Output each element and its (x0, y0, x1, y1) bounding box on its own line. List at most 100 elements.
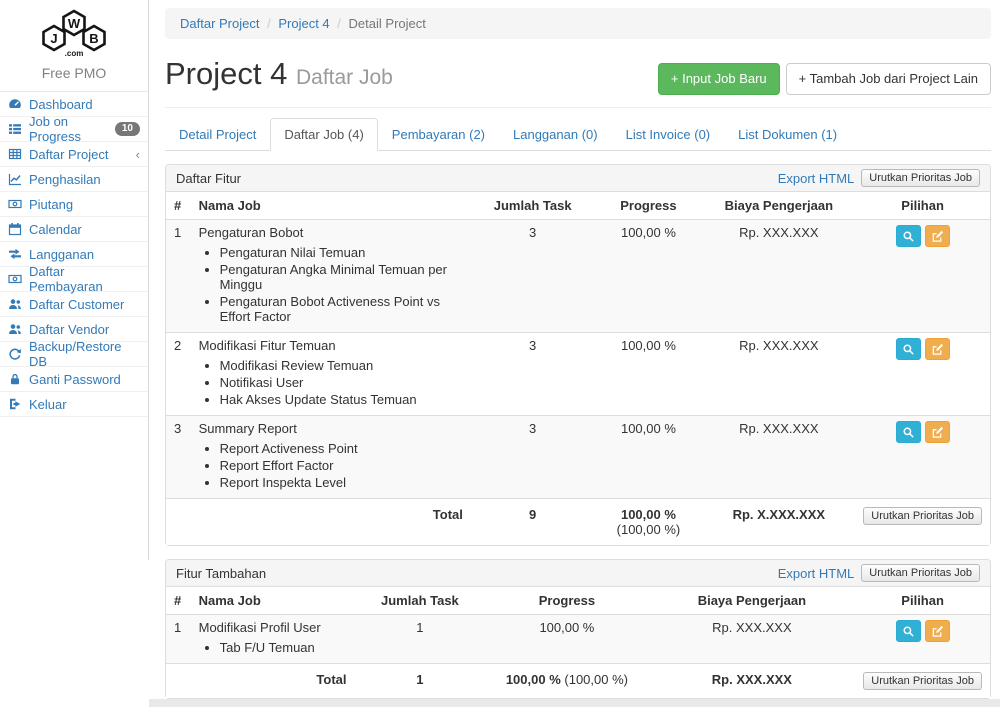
view-job-button[interactable] (896, 620, 921, 642)
input-job-baru-button[interactable]: + Input Job Baru (658, 63, 780, 95)
page-header: Project 4 Daftar Job + Input Job Baru + … (165, 47, 991, 108)
job-name: Modifikasi Fitur Temuan (199, 338, 336, 353)
total-row: Total 1 100,00 % (100,00 %) Rp. XXX.XXX … (166, 664, 990, 699)
urutkan-prioritas-job-button[interactable]: Urutkan Prioritas Job (861, 564, 980, 582)
sidebar-item-backup-restore-db[interactable]: Backup/Restore DB (0, 342, 148, 367)
app-window: W J B .com Free PMO Dashboard Job on Pro… (0, 0, 1000, 560)
total-progress-value: 100,00 % (506, 672, 561, 687)
users-icon (7, 322, 22, 336)
biaya-cell: Rp. XXX.XXX (702, 416, 855, 499)
biaya-cell: Rp. XXX.XXX (702, 333, 855, 416)
jwb-logo-icon: W J B .com (26, 8, 122, 60)
breadcrumb: Daftar Project / Project 4 / Detail Proj… (165, 8, 991, 39)
sidebar-item-calendar[interactable]: Calendar (0, 217, 148, 242)
sidebar-item-ganti-password[interactable]: Ganti Password (0, 367, 148, 392)
tab-list-invoice[interactable]: List Invoice (0) (612, 118, 725, 151)
job-name: Pengaturan Bobot (199, 225, 304, 240)
svg-text:B: B (89, 31, 98, 46)
progress-cell: 100,00 % (485, 615, 648, 664)
job-name-cell: Modifikasi Fitur Temuan Modifikasi Revie… (191, 333, 471, 416)
total-label: Total (166, 499, 471, 546)
tambah-job-dari-project-lain-button[interactable]: + Tambah Job dari Project Lain (786, 63, 991, 95)
line-chart-icon (7, 172, 22, 186)
search-icon (902, 426, 915, 439)
panel-title: Fitur Tambahan (176, 566, 266, 581)
export-html-link[interactable]: Export HTML (778, 566, 855, 581)
dashboard-icon (7, 97, 22, 111)
job-subitem: Hak Akses Update Status Temuan (220, 391, 463, 408)
app-logo[interactable]: W J B .com (0, 0, 148, 63)
view-job-button[interactable] (896, 421, 921, 443)
row-num: 1 (166, 615, 191, 664)
panel-title: Daftar Fitur (176, 171, 241, 186)
jumlah-task-cell: 3 (471, 333, 595, 416)
progress-cell: 100,00 % (594, 416, 702, 499)
sign-out-icon (7, 397, 22, 411)
export-html-link[interactable]: Export HTML (778, 171, 855, 186)
tab-pembayaran[interactable]: Pembayaran (2) (378, 118, 499, 151)
edit-icon (931, 625, 944, 638)
job-subitem: Report Inspekta Level (220, 474, 463, 491)
col-pilihan: Pilihan (855, 192, 990, 220)
sidebar-item-penghasilan[interactable]: Penghasilan (0, 167, 148, 192)
edit-job-button[interactable] (925, 421, 950, 443)
edit-job-button[interactable] (925, 620, 950, 642)
view-job-button[interactable] (896, 225, 921, 247)
sidebar-item-label: Backup/Restore DB (29, 339, 140, 369)
table-header-row: # Nama Job Jumlah Task Progress Biaya Pe… (166, 192, 990, 220)
sidebar-item-piutang[interactable]: Piutang (0, 192, 148, 217)
urutkan-prioritas-job-button[interactable]: Urutkan Prioritas Job (863, 507, 982, 525)
breadcrumb-project-4[interactable]: Project 4 (278, 16, 329, 31)
job-name-cell: Summary Report Report Activeness Point R… (191, 416, 471, 499)
total-cost: Rp. XXX.XXX (649, 664, 856, 699)
app-name: Free PMO (0, 63, 148, 91)
jumlah-task-cell: 1 (355, 615, 486, 664)
sidebar-item-job-on-progress[interactable]: Job on Progress 10 (0, 117, 148, 142)
sidebar-item-label: Daftar Project (29, 147, 108, 162)
daftar-fitur-table: # Nama Job Jumlah Task Progress Biaya Pe… (166, 192, 990, 545)
tab-daftar-job[interactable]: Daftar Job (4) (270, 118, 377, 151)
job-subitem: Report Activeness Point (220, 440, 463, 457)
urutkan-prioritas-job-button[interactable]: Urutkan Prioritas Job (861, 169, 980, 187)
tab-list-dokumen[interactable]: List Dokumen (1) (724, 118, 851, 151)
tasks-icon (7, 122, 22, 136)
progress-cell: 100,00 % (594, 220, 702, 333)
chevron-left-icon: ‹ (136, 148, 140, 161)
svg-text:W: W (68, 16, 81, 31)
sidebar-item-daftar-pembayaran[interactable]: Daftar Pembayaran (0, 267, 148, 292)
breadcrumb-daftar-project[interactable]: Daftar Project (180, 16, 259, 31)
biaya-cell: Rp. XXX.XXX (649, 615, 856, 664)
sidebar-item-daftar-customer[interactable]: Daftar Customer (0, 292, 148, 317)
job-subitems: Pengaturan Nilai Temuan Pengaturan Angka… (199, 244, 463, 325)
tab-detail-project[interactable]: Detail Project (165, 118, 270, 151)
urutkan-prioritas-job-button[interactable]: Urutkan Prioritas Job (863, 672, 982, 690)
view-job-button[interactable] (896, 338, 921, 360)
row-num: 3 (166, 416, 191, 499)
edit-job-button[interactable] (925, 225, 950, 247)
sidebar-item-label: Langganan (29, 247, 94, 262)
edit-job-button[interactable] (925, 338, 950, 360)
pilihan-cell (855, 615, 990, 664)
panel-fitur-tambahan: Fitur Tambahan Export HTML Urutkan Prior… (165, 559, 991, 699)
pilihan-cell (855, 416, 990, 499)
total-progress: 100,00 % (100,00 %) (485, 664, 648, 699)
sidebar: W J B .com Free PMO Dashboard Job on Pro… (0, 0, 149, 560)
biaya-cell: Rp. XXX.XXX (702, 220, 855, 333)
users-icon (7, 297, 22, 311)
total-progress-note: (100,00 %) (617, 522, 681, 537)
total-cost: Rp. X.XXX.XXX (702, 499, 855, 546)
sidebar-item-label: Dashboard (29, 97, 93, 112)
breadcrumb-separator: / (267, 16, 271, 31)
panel-daftar-fitur: Daftar Fitur Export HTML Urutkan Priorit… (165, 164, 991, 546)
breadcrumb-separator: / (337, 16, 341, 31)
total-tasks: 1 (355, 664, 486, 699)
job-subitem: Notifikasi User (220, 374, 463, 391)
sidebar-item-daftar-project[interactable]: Daftar Project ‹ (0, 142, 148, 167)
sidebar-item-keluar[interactable]: Keluar (0, 392, 148, 417)
sidebar-item-label: Keluar (29, 397, 67, 412)
job-name-cell: Modifikasi Profil User Tab F/U Temuan (191, 615, 355, 664)
tab-langganan[interactable]: Langganan (0) (499, 118, 612, 151)
sidebar-item-label: Daftar Vendor (29, 322, 109, 337)
total-row: Total 9 100,00 % (100,00 %) Rp. X.XXX.XX… (166, 499, 990, 546)
sidebar-item-label: Daftar Pembayaran (29, 264, 140, 294)
